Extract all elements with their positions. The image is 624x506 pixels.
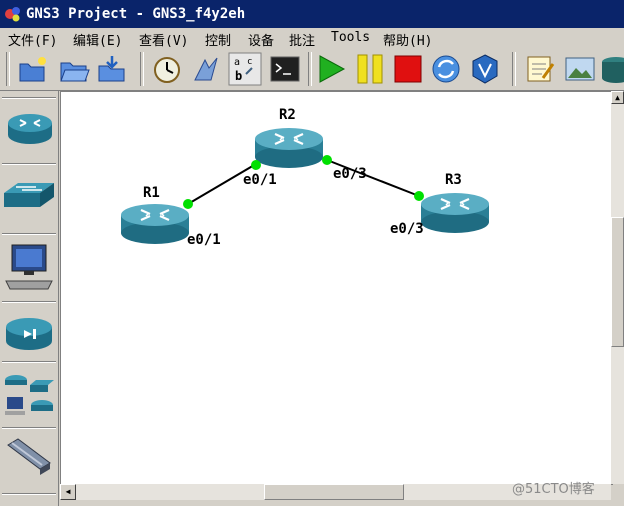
toolbar-separator — [308, 52, 312, 86]
topology-svg[interactable]: R1 R2 R3 e0/1 e0/1 e0/3 e0/3 — [61, 92, 612, 484]
menu-annotate[interactable]: 批注 — [289, 30, 315, 49]
port-label: e0/3 — [333, 166, 367, 182]
router-r3[interactable] — [419, 191, 491, 235]
panel-separator — [2, 493, 56, 495]
stop-icon[interactable] — [391, 52, 425, 86]
vertical-scrollbar[interactable]: ▲ — [611, 91, 624, 484]
port-status-dot — [251, 160, 261, 170]
pause-icon[interactable] — [353, 52, 387, 86]
scroll-up-button[interactable]: ▲ — [611, 91, 624, 104]
device-panel — [0, 91, 59, 506]
switch-icon[interactable] — [2, 171, 56, 225]
router-r2[interactable] — [253, 126, 325, 170]
all-devices-icon[interactable] — [2, 367, 56, 421]
port-label: e0/1 — [187, 232, 221, 248]
new-project-icon[interactable] — [15, 52, 49, 86]
security-device-icon[interactable] — [2, 305, 56, 359]
menu-bar: 文件(F) 编辑(E) 查看(V) 控制 设备 批注 Tools 帮助(H) — [0, 28, 624, 49]
toolbar-separator — [140, 52, 144, 86]
panel-separator — [2, 427, 56, 429]
drawing-icon[interactable] — [600, 52, 624, 86]
panel-separator — [2, 233, 56, 235]
toolbar-separator — [6, 52, 10, 86]
node-label-r2: R2 — [279, 107, 296, 123]
port-status-dot — [414, 191, 424, 201]
save-project-icon[interactable] — [95, 52, 129, 86]
menu-device[interactable]: 设备 — [248, 30, 274, 49]
node-label-r3: R3 — [445, 172, 462, 188]
show-interface-labels-icon[interactable]: a c b — [228, 52, 262, 86]
panel-separator — [2, 301, 56, 303]
menu-edit[interactable]: 编辑(E) — [73, 30, 122, 49]
title-bar: GNS3 Project - GNS3_f4y2eh — [0, 0, 624, 28]
image-icon[interactable] — [563, 52, 597, 86]
router-r1[interactable] — [119, 202, 191, 246]
port-status-dot — [183, 199, 193, 209]
menu-help[interactable]: 帮助(H) — [383, 30, 432, 49]
virtualbox-icon[interactable] — [468, 52, 502, 86]
topology-icon[interactable] — [189, 52, 223, 86]
port-status-dot — [322, 155, 332, 165]
svg-text:a: a — [234, 57, 240, 68]
panel-separator — [2, 163, 56, 165]
menu-view[interactable]: 查看(V) — [139, 30, 188, 49]
vertical-scroll-thumb[interactable] — [611, 217, 624, 347]
toolbar: a c b — [0, 48, 624, 91]
link-icon[interactable] — [2, 433, 56, 487]
snapshot-icon[interactable] — [150, 52, 184, 86]
start-icon[interactable] — [314, 52, 348, 86]
port-label: e0/1 — [243, 172, 277, 188]
menu-file[interactable]: 文件(F) — [8, 30, 57, 49]
scroll-left-button[interactable]: ◀ — [60, 484, 76, 500]
menu-tools[interactable]: Tools — [331, 30, 370, 45]
menu-control[interactable]: 控制 — [205, 30, 231, 49]
svg-text:c: c — [247, 57, 252, 67]
gns3-app-icon — [5, 7, 20, 22]
router-icon[interactable] — [2, 103, 56, 157]
svg-text:b: b — [235, 69, 242, 83]
toolbar-separator — [512, 52, 516, 86]
open-project-icon[interactable] — [57, 52, 91, 86]
watermark: @51CTO博客 — [512, 482, 595, 497]
topology-canvas[interactable]: R1 R2 R3 e0/1 e0/1 e0/3 e0/3 — [60, 91, 613, 485]
console-icon[interactable] — [268, 52, 302, 86]
reload-icon[interactable] — [429, 52, 463, 86]
node-label-r1: R1 — [143, 185, 160, 201]
panel-separator — [2, 361, 56, 363]
port-label: e0/3 — [390, 221, 424, 237]
end-device-icon[interactable] — [2, 241, 56, 295]
panel-separator — [2, 97, 56, 99]
window-title: GNS3 Project - GNS3_f4y2eh — [26, 6, 246, 22]
note-icon[interactable] — [523, 52, 557, 86]
horizontal-scroll-thumb[interactable] — [264, 484, 404, 500]
